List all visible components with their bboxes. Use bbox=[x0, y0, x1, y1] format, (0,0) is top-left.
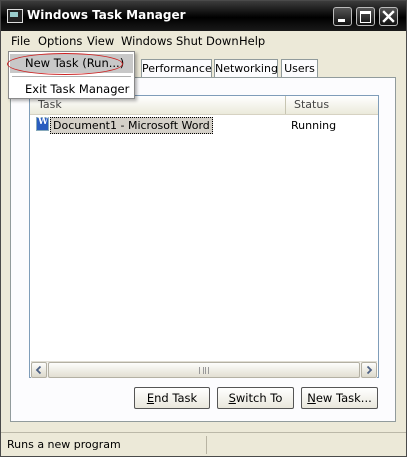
menu-help[interactable]: Help bbox=[236, 34, 268, 49]
new-task-mnemonic: N bbox=[307, 391, 316, 405]
close-button[interactable] bbox=[379, 7, 398, 26]
scroll-right-button[interactable] bbox=[361, 362, 377, 378]
menu-shut-down[interactable]: Shut Down bbox=[173, 34, 242, 49]
close-icon bbox=[382, 10, 395, 23]
maximize-button[interactable] bbox=[356, 7, 375, 26]
file-menu-dropdown: New Task (Run...) Exit Task Manager bbox=[8, 51, 135, 99]
menu-bar: File Options View Windows Shut Down Help bbox=[1, 31, 406, 51]
column-header-status[interactable]: Status bbox=[286, 96, 378, 114]
menu-file[interactable]: File bbox=[8, 34, 33, 49]
horizontal-scrollbar[interactable] bbox=[31, 361, 377, 378]
table-row[interactable]: Document1 - Microsoft Word Running bbox=[34, 117, 376, 134]
new-task-label: ew Task... bbox=[315, 391, 372, 405]
tab-networking[interactable]: Networking bbox=[214, 59, 278, 77]
status-bar: Runs a new program bbox=[1, 432, 406, 456]
arrow-left-icon bbox=[35, 365, 42, 375]
switch-to-label: witch To bbox=[235, 391, 283, 405]
scroll-thumb[interactable] bbox=[48, 362, 360, 378]
scroll-grip-icon bbox=[199, 367, 209, 374]
tab-users[interactable]: Users bbox=[281, 59, 318, 77]
minimize-button[interactable] bbox=[333, 7, 352, 26]
title-bar[interactable]: Windows Task Manager bbox=[1, 1, 406, 31]
task-status: Running bbox=[291, 119, 337, 132]
tab-performance[interactable]: Performance bbox=[141, 59, 212, 77]
menu-options[interactable]: Options bbox=[35, 34, 85, 49]
end-task-mnemonic: E bbox=[146, 391, 155, 405]
status-text: Runs a new program bbox=[7, 438, 121, 451]
switch-to-button[interactable]: Switch To bbox=[217, 387, 294, 409]
scroll-left-button[interactable] bbox=[31, 362, 47, 378]
status-divider bbox=[206, 436, 207, 454]
menu-separator bbox=[12, 76, 131, 77]
menu-windows[interactable]: Windows bbox=[118, 34, 175, 49]
end-task-label: nd Task bbox=[154, 391, 198, 405]
task-manager-icon bbox=[7, 9, 23, 23]
menu-view[interactable]: View bbox=[84, 34, 117, 49]
word-document-icon bbox=[36, 117, 49, 131]
task-name[interactable]: Document1 - Microsoft Word bbox=[50, 117, 213, 134]
arrow-right-icon bbox=[366, 365, 373, 375]
new-task-button[interactable]: New Task... bbox=[301, 387, 378, 409]
task-manager-window: Windows Task Manager File Options View W… bbox=[0, 0, 407, 457]
menu-item-new-task[interactable]: New Task (Run...) bbox=[10, 54, 133, 73]
end-task-button[interactable]: End Task bbox=[134, 387, 210, 409]
switch-to-mnemonic: S bbox=[228, 391, 236, 405]
window-title: Windows Task Manager bbox=[27, 8, 186, 22]
menu-item-exit-task-manager[interactable]: Exit Task Manager bbox=[10, 80, 133, 99]
task-list[interactable]: Task Status Document1 - Microsoft Word R… bbox=[29, 95, 379, 378]
